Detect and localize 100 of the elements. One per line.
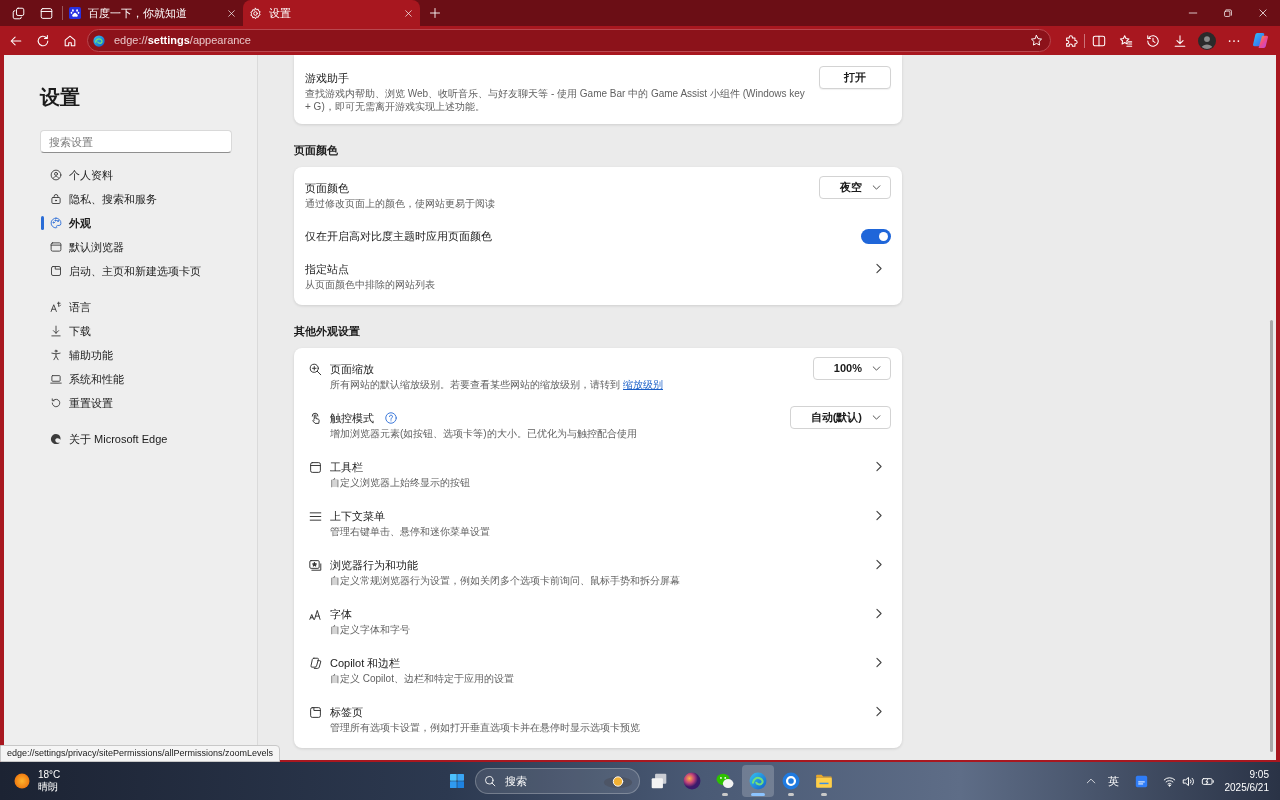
dropdown-button[interactable]: 夜空 [819,176,891,199]
wifi-icon[interactable] [1162,774,1176,788]
avatar-icon[interactable] [1197,31,1216,50]
taskbar-search-button[interactable]: 搜索 [475,768,640,794]
weather-temperature[interactable]: 18°C [38,769,61,781]
window-tab-icon[interactable] [39,6,53,20]
setting-title: 仅在开启高对比度主题时应用页面颜色 [305,229,493,243]
browser-logo-icon[interactable] [749,772,767,790]
section-heading: 其他外观设置 [294,325,360,338]
reset-icon [50,397,62,409]
chevron-right-icon[interactable] [876,559,882,570]
chevron-right-icon[interactable] [876,263,882,274]
setting-description: 自定义常规浏览器行为设置，例如关闭多个选项卡前询问、鼠标手势和拆分屏幕 [330,574,681,587]
action-button[interactable]: 打开 [819,66,891,89]
chevron-up-icon[interactable] [1085,776,1096,786]
home-icon[interactable] [62,33,77,48]
split-window-icon[interactable] [1091,33,1106,48]
setting-title: 指定站点 [305,262,350,276]
setting-description: 通过修改页面上的颜色，使网站更易于阅读 [305,197,496,210]
puzzle-icon[interactable] [1063,33,1078,48]
dropdown-button[interactable]: 100% [812,357,891,380]
setting-title: 上下文菜单 [330,509,386,523]
stacked-windows-icon[interactable] [650,772,668,790]
zoom-in-icon [309,363,322,376]
copilot-icon[interactable] [1252,32,1269,49]
sidebar-item[interactable]: 重置设置 [40,391,231,415]
paw-tile-icon [69,7,81,19]
gear-icon [249,6,262,20]
chevron-right-icon[interactable] [876,608,882,619]
setting-title: 字体 [330,607,353,621]
sidebar-item[interactable]: 默认浏览器 [40,235,231,259]
help-icon[interactable] [385,412,397,424]
chevron-right-icon[interactable] [876,510,882,521]
input-language-indicator[interactable]: 英 [1100,765,1127,797]
browser-logo-icon [50,433,62,445]
chevron-right-icon[interactable] [876,657,882,668]
download-icon [50,325,62,337]
favorites-icon[interactable] [1118,33,1133,48]
font-size-icon [309,608,322,621]
sidebar-item[interactable]: 启动、主页和新建选项卡页 [40,259,231,283]
description-link[interactable]: 缩放级别 [623,379,663,390]
ring-app-icon[interactable] [782,772,800,790]
laptop-icon [50,373,62,385]
plus-icon[interactable] [429,7,441,19]
sidebar-item[interactable]: 语言 [40,295,231,319]
running-indicator [722,793,728,796]
chevron-down-icon [872,185,881,190]
browser-tab[interactable]: 设置 [243,0,420,26]
setting-description: 自定义字体和字号 [330,623,411,636]
section-heading: 页面颜色 [294,144,338,157]
setting-description: 自定义浏览器上始终显示的按钮 [330,476,471,489]
chevron-down-icon [872,415,881,420]
address-bar[interactable]: edge://settings/appearance [87,29,1051,52]
settings-title: 设置 [40,85,81,109]
menu-lines-icon [309,510,322,523]
close-icon[interactable] [226,8,236,18]
sidebar-item[interactable]: 系统和性能 [40,367,231,391]
scrollbar-thumb[interactable] [1270,320,1273,752]
setting-description: 增加浏览器元素(如按钮、选项卡等)的大小。已优化为与触控配合使用 [330,427,638,440]
star-icon[interactable] [1030,34,1043,47]
setting-title: 标签页 [330,705,364,719]
search-field[interactable]: 搜索设置 [40,130,232,153]
close-icon[interactable] [403,8,413,18]
chevron-right-icon[interactable] [876,461,882,472]
setting-title: 游戏助手 [305,71,350,85]
sidebar-item[interactable]: 外观 [40,211,231,235]
toggle-switch[interactable] [861,228,891,244]
search-highlight-icon [603,773,633,789]
clock-time[interactable]: 9:05 [1249,768,1269,781]
sidebar-item[interactable]: 关于 Microsoft Edge [40,427,231,451]
search-icon [484,775,496,787]
folder-icon[interactable] [815,772,833,790]
orb-icon[interactable] [683,772,701,790]
sun-icon[interactable] [14,773,30,789]
history-icon[interactable] [1145,33,1160,48]
chat-bubbles-icon[interactable] [716,772,734,790]
setting-description: 从页面颜色中排除的网站列表 [305,278,436,291]
sidebar-item[interactable]: 个人资料 [40,163,231,187]
speaker-icon[interactable] [1181,774,1195,788]
dropdown-button[interactable]: 自动(默认) [789,406,891,429]
clock-date[interactable]: 2025/6/21 [1224,781,1269,794]
browser-tab[interactable]: 百度一下，你就知道 [63,0,243,26]
sidebar-item[interactable]: 辅助功能 [40,343,231,367]
touch-hand-icon [309,412,322,425]
lock-icon [50,193,62,205]
workspaces-icon[interactable] [11,6,25,20]
close-icon[interactable] [1257,8,1268,18]
download-icon[interactable] [1172,33,1187,48]
windows-start-icon[interactable] [449,773,465,789]
sidebar-item[interactable]: 隐私、搜索和服务 [40,187,231,211]
sidebar-item[interactable]: 下载 [40,319,231,343]
refresh-icon[interactable] [35,33,50,48]
restore-icon[interactable] [1222,8,1233,18]
setting-title: 页面缩放 [330,362,375,376]
input-method-icon[interactable] [1135,774,1148,788]
copilot-outline-icon [309,657,322,670]
weather-condition[interactable]: 晴朗 [38,781,61,793]
setting-description: 查找游戏内帮助、浏览 Web、收听音乐、与好友聊天等 - 使用 Game Bar 中的 Game Assist 小组件 (Windows key + G)，即可无需离开游戏实现上述功能。 [305,87,806,113]
chevron-right-icon[interactable] [876,706,882,717]
setting-title: 浏览器行为和功能 [330,558,419,572]
